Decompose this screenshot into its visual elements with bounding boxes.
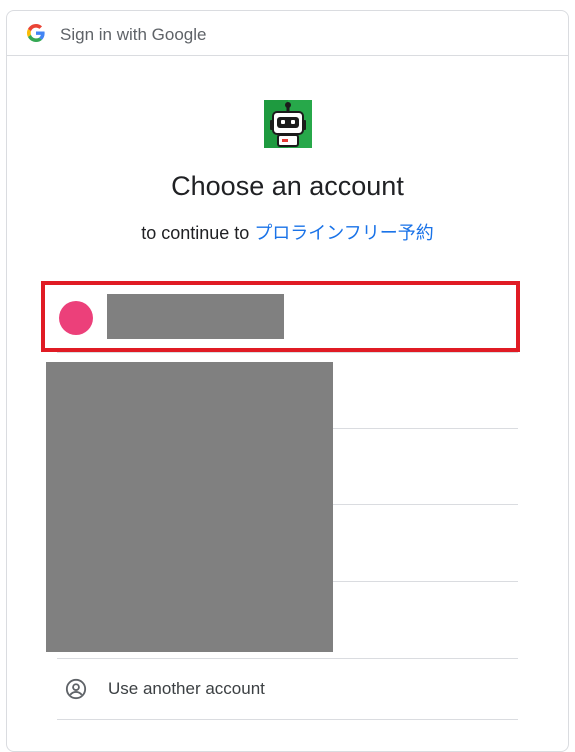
use-another-account-label: Use another account <box>108 679 265 698</box>
sign-in-dialog: Sign in with Google Choose an account to… <box>6 10 569 752</box>
account-circle-icon <box>65 678 87 700</box>
page-subtitle: to continue to プロラインフリー予約 <box>7 221 568 245</box>
app-name-link[interactable]: プロラインフリー予約 <box>254 223 433 243</box>
robot-app-icon <box>264 100 312 148</box>
dialog-header: Sign in with Google <box>7 11 568 56</box>
use-another-account-button[interactable]: Use another account <box>57 659 518 719</box>
subtitle-prefix: to continue to <box>141 223 255 243</box>
header-title: Sign in with Google <box>60 25 207 44</box>
redacted-account-info <box>107 294 284 339</box>
redacted-account-list <box>46 362 333 652</box>
avatar <box>59 301 93 335</box>
divider <box>57 719 518 720</box>
google-g-icon <box>27 24 45 42</box>
account-item-highlighted[interactable] <box>41 281 520 352</box>
divider <box>57 352 518 353</box>
page-title: Choose an account <box>171 171 404 201</box>
